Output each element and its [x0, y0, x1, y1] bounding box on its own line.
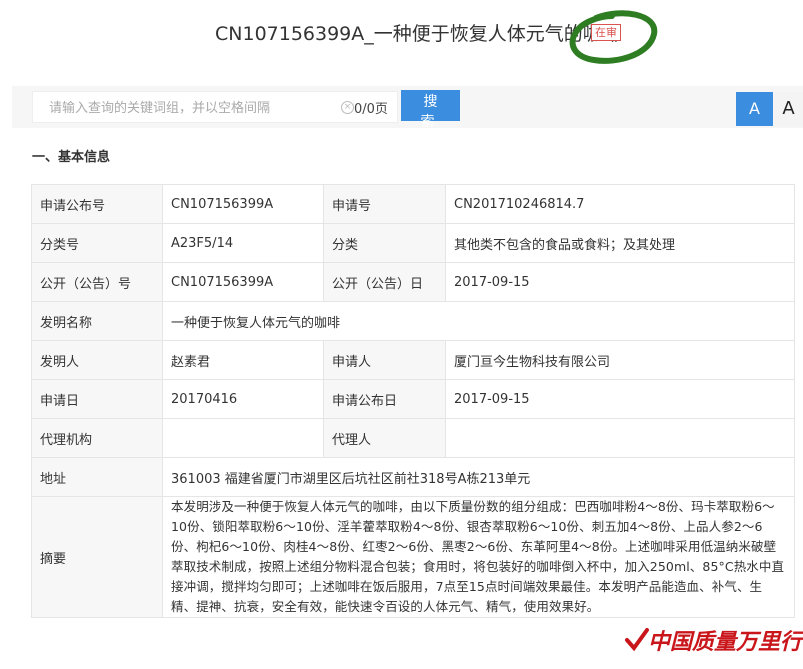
table-row: 地址 361003 福建省厦门市湖里区后坑社区前社318号A栋213单元	[31, 457, 795, 497]
pub-no-value: CN107156399A	[162, 184, 324, 224]
open-date-value: 2017-09-15	[445, 262, 795, 302]
invention-name-label: 发明名称	[31, 301, 163, 341]
inventor-label: 发明人	[31, 340, 163, 380]
agency-label: 代理机构	[31, 418, 163, 458]
class-label: 分类	[323, 223, 446, 263]
class-no-label: 分类号	[31, 223, 163, 263]
table-row: 申请日 20170416 申请公布日 2017-09-15	[31, 379, 795, 419]
pub-no-label: 申请公布号	[31, 184, 163, 224]
inventor-value: 赵素君	[162, 340, 324, 380]
table-row: 分类号 A23F5/14 分类 其他类不包含的食品或食料；及其处理	[31, 223, 795, 263]
applicant-label: 申请人	[323, 340, 446, 380]
app-pub-date-label: 申请公布日	[323, 379, 446, 419]
abstract-value: 本发明涉及一种便于恢复人体元气的咖啡，由以下质量份数的组分组成：巴西咖啡粉4～8…	[162, 496, 795, 618]
agent-value	[445, 418, 795, 458]
app-no-label: 申请号	[323, 184, 446, 224]
watermark-logo: 中国质量万里行	[624, 624, 803, 658]
clear-icon[interactable]: ×	[341, 101, 354, 114]
table-row: 发明名称 一种便于恢复人体元气的咖啡	[31, 301, 795, 341]
abstract-label: 摘要	[31, 496, 163, 618]
page-count: 0/0页	[354, 102, 388, 117]
font-size-large-button[interactable]: A	[736, 92, 773, 126]
table-row: 申请公布号 CN107156399A 申请号 CN201710246814.7	[31, 184, 795, 224]
class-value: 其他类不包含的食品或食料；及其处理	[445, 223, 795, 263]
search-toolbar: × 0/0页 搜 索	[12, 86, 803, 130]
invention-name-value: 一种便于恢复人体元气的咖啡	[162, 301, 795, 341]
font-size-small-button[interactable]: A	[774, 92, 803, 126]
app-pub-date-value: 2017-09-15	[445, 379, 795, 419]
agent-label: 代理人	[323, 418, 446, 458]
basic-info-table: 申请公布号 CN107156399A 申请号 CN201710246814.7 …	[31, 184, 795, 618]
open-date-label: 公开（公告）日	[323, 262, 446, 302]
app-no-value: CN201710246814.7	[445, 184, 795, 224]
table-row: 摘要 本发明涉及一种便于恢复人体元气的咖啡，由以下质量份数的组分组成：巴西咖啡粉…	[31, 496, 795, 618]
address-label: 地址	[31, 457, 163, 497]
table-row: 公开（公告）号 CN107156399A 公开（公告）日 2017-09-15	[31, 262, 795, 302]
class-no-value: A23F5/14	[162, 223, 324, 263]
table-row: 代理机构 代理人	[31, 418, 795, 458]
page-title: CN107156399A_一种便于恢复人体元气的咖啡	[215, 23, 621, 45]
watermark-text: 中国质量万里行	[648, 629, 803, 655]
marker-circle-annotation	[569, 10, 658, 64]
open-no-value: CN107156399A	[162, 262, 324, 302]
address-value: 361003 福建省厦门市湖里区后坑社区前社318号A栋213单元	[162, 457, 795, 497]
app-date-value: 20170416	[162, 379, 324, 419]
title-bar: CN107156399A_一种便于恢复人体元气的咖啡 在审	[0, 0, 803, 64]
open-no-label: 公开（公告）号	[31, 262, 163, 302]
search-input[interactable]	[47, 97, 327, 119]
agency-value	[162, 418, 324, 458]
check-mark-icon	[625, 628, 649, 652]
app-date-label: 申请日	[31, 379, 163, 419]
applicant-link[interactable]: 厦门亘今生物科技有限公司	[445, 340, 795, 380]
search-box: × 0/0页	[32, 91, 398, 123]
table-row: 发明人 赵素君 申请人 厦门亘今生物科技有限公司	[31, 340, 795, 380]
search-button[interactable]: 搜 索	[401, 90, 460, 130]
section-title: 一、基本信息	[32, 150, 111, 165]
